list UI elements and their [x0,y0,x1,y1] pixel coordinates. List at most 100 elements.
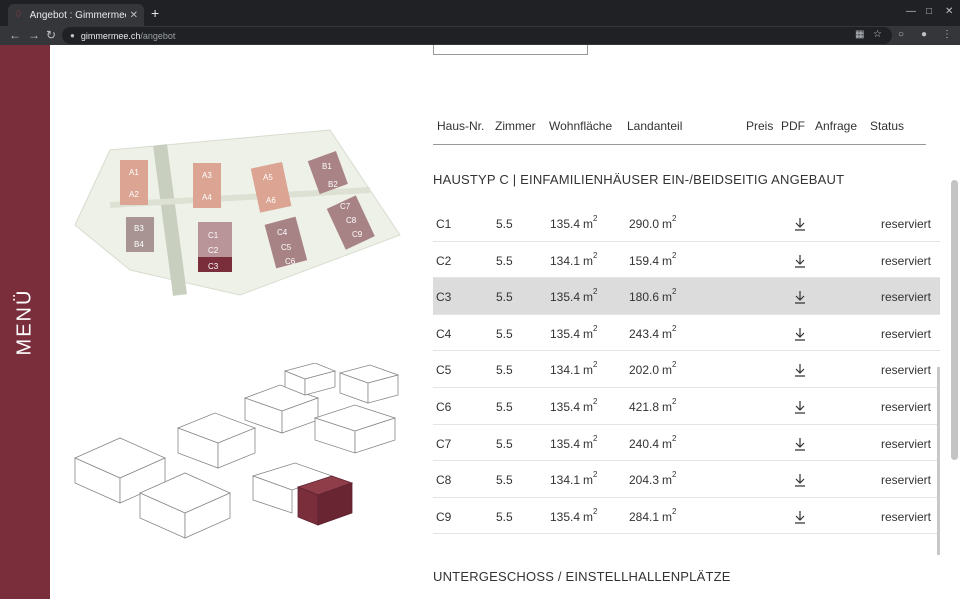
plan-label: B4 [134,240,144,249]
filter-box[interactable] [433,45,588,55]
cell-haus-nr-value: C9 [436,509,452,524]
table-row[interactable]: C9 5.5 135.4 m2 284.1 m2 reserviert [433,498,940,535]
unit-label: m [583,217,594,231]
unit-label: m [662,436,673,451]
cell-zimmer: 5.5 [496,254,513,268]
back-icon[interactable]: ← [9,28,21,42]
cell-wohnflaeche-value: 135.4 [550,217,581,231]
cell-wohnflaeche: 135.4 m2 [550,506,598,524]
unit-label: m [583,473,594,488]
extension-icon[interactable]: ○ [898,29,904,41]
lock-icon: ● [70,31,75,40]
profile-icon[interactable]: ● [921,29,927,41]
unit-label: m [583,399,594,414]
maximize-icon[interactable]: □ [926,6,932,17]
cell-zimmer-value: 5.5 [496,509,513,524]
cell-zimmer: 5.5 [496,400,513,414]
table-row[interactable]: C3 5.5 135.4 m2 180.6 m2 reserviert [433,278,940,315]
tab-title: Angebot : Gimmermee : U [29,9,126,21]
unit-label: m [583,326,594,341]
plan-label: C8 [346,216,357,225]
isometric-buildings-illustration [74,363,400,539]
unit-exponent: 2 [593,470,598,480]
col-preis[interactable]: Preis [746,119,773,133]
pdf-download-icon[interactable] [794,400,806,414]
cell-landanteil: 240.4 m2 [629,434,676,451]
address-bar[interactable]: ● gimmermee.ch/angebot [62,27,892,44]
col-anfrage: Anfrage [815,119,858,133]
cell-haus-nr: C1 [436,217,451,231]
table-row[interactable]: C8 5.5 134.1 m2 204.3 m2 reserviert [433,461,940,498]
col-wohnflaeche[interactable]: Wohnfläche [549,119,612,133]
side-menu-bar[interactable]: MENÜ [0,45,50,599]
unit-label: m [662,509,673,524]
pdf-download-icon[interactable] [794,437,806,451]
table-row[interactable]: C2 5.5 134.1 m2 159.4 m2 reserviert [433,242,940,279]
col-haus-nr[interactable]: Haus-Nr. [437,119,484,133]
table-scrollbar[interactable] [937,367,940,555]
unit-exponent: 2 [672,470,677,480]
house-table-body: C1 5.5 135.4 m2 290.0 m2 reserviert C2 5.5 134.1 m… [433,205,940,535]
col-zimmer[interactable]: Zimmer [495,119,536,133]
unit-exponent: 2 [593,287,598,297]
cell-zimmer: 5.5 [496,363,513,377]
plan-label: B2 [328,180,338,189]
cell-haus-nr: C4 [436,327,451,341]
pdf-download-icon[interactable] [794,290,806,304]
minimize-icon[interactable]: — [906,6,916,17]
cell-haus-nr-value: C8 [436,473,452,488]
table-row[interactable]: C4 5.5 135.4 m2 243.4 m2 reserviert [433,315,940,352]
pdf-download-icon[interactable] [794,217,806,231]
cell-wohnflaeche-value: 134.1 [550,253,581,268]
plan-label: C1 [208,231,219,240]
pdf-download-icon[interactable] [794,327,806,341]
table-row[interactable]: C6 5.5 135.4 m2 421.8 m2 reserviert [433,388,940,425]
new-tab-button[interactable]: + [151,6,159,20]
col-status[interactable]: Status [870,119,904,133]
plan-label: C7 [340,202,351,211]
unit-label: m [662,399,673,414]
cell-status-value: reserviert [881,363,932,378]
close-tab-icon[interactable]: ✕ [130,10,138,21]
cell-haus-nr: C6 [436,400,451,414]
cell-wohnflaeche: 134.1 m2 [550,251,597,268]
url-domain: gimmermee.ch [80,30,141,41]
browser-tab[interactable]: ♢ Angebot : Gimmermee : U ✕ [8,4,144,26]
page-scrollbar-thumb[interactable] [951,180,958,460]
forward-icon[interactable]: → [28,28,40,42]
cell-landanteil-value: 180.6 [629,290,660,305]
pdf-download-icon[interactable] [794,473,806,487]
pdf-download-icon[interactable] [794,254,806,268]
cell-landanteil-value: 204.3 [629,473,660,488]
close-window-icon[interactable]: ✕ [945,6,953,17]
cell-zimmer-value: 5.5 [496,363,513,378]
cell-haus-nr-value: C7 [436,436,452,451]
pdf-download-icon[interactable] [794,510,806,524]
cell-wohnflaeche-value: 135.4 [550,509,581,524]
pdf-download-icon[interactable] [794,363,806,377]
cell-zimmer-value: 5.5 [496,217,513,231]
cell-status: reserviert [881,473,931,487]
unit-exponent: 2 [593,506,598,516]
more-menu-icon[interactable]: ⋮ [942,29,952,41]
menu-label[interactable]: MENÜ [14,289,37,356]
cell-zimmer-value: 5.5 [496,473,513,488]
cell-landanteil-value: 421.8 [629,399,660,414]
cell-zimmer-value: 5.5 [496,290,513,305]
col-landanteil[interactable]: Landanteil [627,119,682,133]
table-row[interactable]: C7 5.5 135.4 m2 240.4 m2 reserviert [433,425,940,462]
cell-status-value: reserviert [881,473,932,488]
cell-zimmer: 5.5 [496,473,513,487]
url-path: /angebot [140,30,176,41]
table-row[interactable]: C5 5.5 134.1 m2 202.0 m2 reserviert [433,351,940,388]
translate-icon[interactable]: ▦ [855,29,864,41]
cell-status: reserviert [881,327,931,341]
cell-zimmer: 5.5 [496,437,513,451]
cell-zimmer: 5.5 [496,510,513,524]
table-row[interactable]: C1 5.5 135.4 m2 290.0 m2 reserviert [433,205,940,242]
bookmark-star-icon[interactable]: ☆ [873,29,882,41]
cell-haus-nr: C9 [436,510,451,524]
reload-icon[interactable]: ↻ [46,28,56,42]
cell-landanteil-value: 240.4 [629,436,660,451]
cell-landanteil: 180.6 m2 [629,287,676,305]
